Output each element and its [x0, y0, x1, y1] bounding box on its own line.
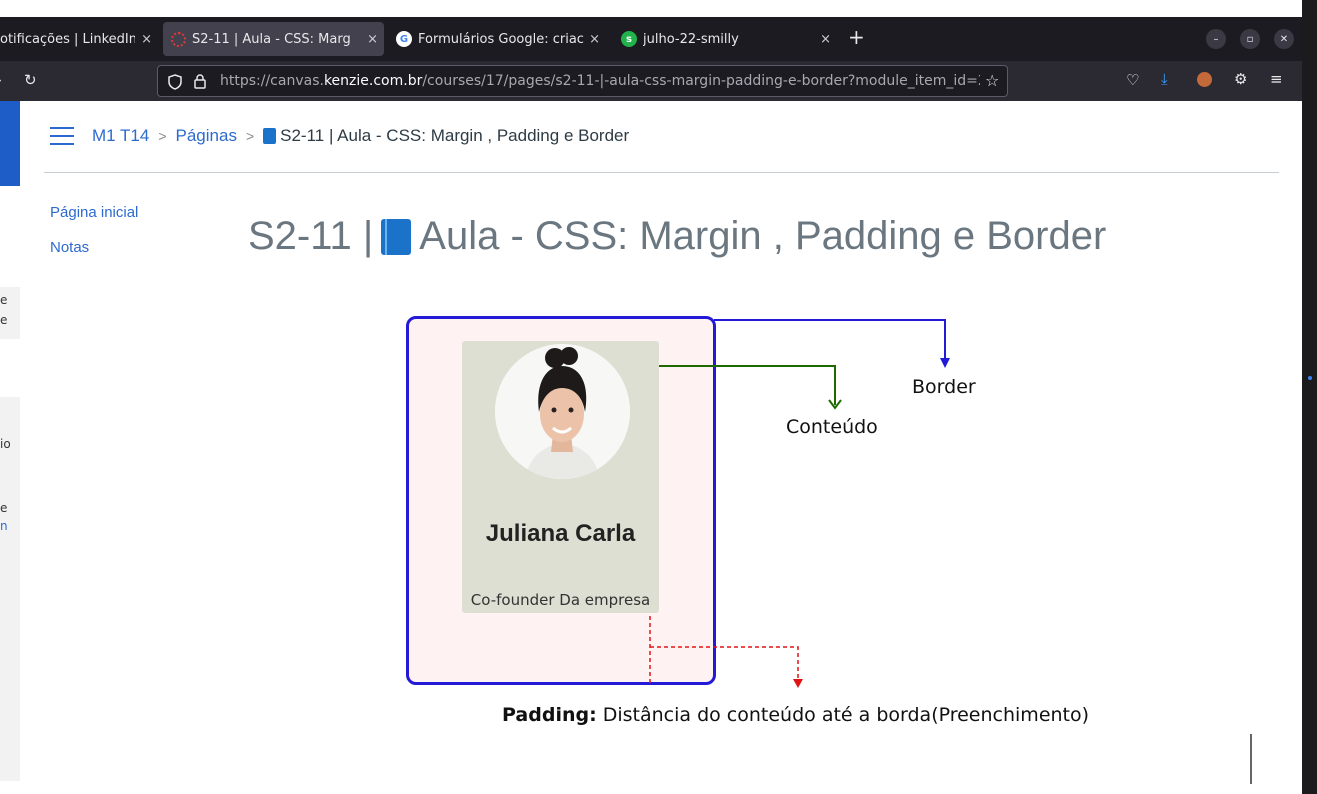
border-label: Border: [912, 376, 976, 398]
padding-label-bold: Padding:: [502, 704, 597, 726]
padding-arrow: [649, 616, 803, 688]
content-label: Conteúdo: [786, 416, 878, 438]
annotation-arrows: [649, 319, 950, 688]
scrollbar-thumb[interactable]: [1250, 734, 1252, 784]
border-arrow: [714, 319, 950, 368]
content-arrow: [659, 365, 842, 410]
padding-label-text: Distância do conteúdo até a borda(Preenc…: [596, 704, 1090, 726]
padding-label: Padding: Distância do conteúdo até a bor…: [502, 704, 1089, 726]
